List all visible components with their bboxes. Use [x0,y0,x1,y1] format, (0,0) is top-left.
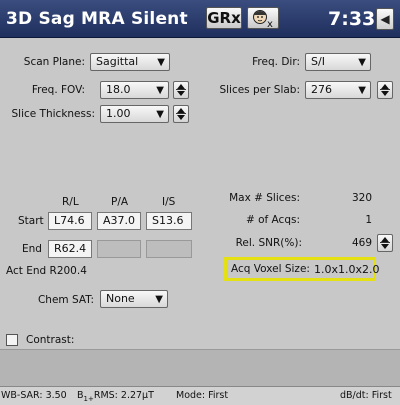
start-rl-field[interactable]: L74.6 [48,212,92,230]
num-acqs-value: 1 [365,214,372,226]
grx-button[interactable]: GRx [206,7,242,29]
dropdown-arrow-icon: ▼ [155,294,163,305]
slice-thickness-value: 1.00 [106,107,131,120]
protocol-title: 3D Sag MRA Silent [6,9,188,29]
freq-fov-stepper[interactable] [173,81,189,99]
scan-setup-screen: 3D Sag MRA Silent GRx x 7:33 ◀ Scan Plan… [0,0,400,405]
contrast-label: Contrast: [26,334,75,346]
decrement-icon [177,91,185,96]
scan-plane-label: Scan Plane: [23,56,85,68]
start-label: Start [18,215,44,227]
dropdown-arrow-icon: ▼ [358,85,366,96]
scan-plane-value: Sagittal [96,55,139,68]
status-bar: WB-SAR: 3.50 B1+RMS: 2.27μT Mode: First … [0,386,400,405]
start-pa-field[interactable]: A37.0 [97,212,141,230]
voxel-size-value: 1.0x1.0x2.0 [314,263,380,276]
decrement-icon [381,91,389,96]
slice-thickness-dropdown[interactable]: 1.00 ▼ [100,105,169,123]
end-pa-field [97,240,141,258]
patient-position-button[interactable]: x [247,7,279,30]
snr-stepper[interactable] [377,234,393,252]
rl-header: R/L [62,196,79,208]
dropdown-arrow-icon: ▼ [157,57,165,68]
patient-face-icon: x [253,10,273,30]
slices-per-slab-dropdown[interactable]: 276 ▼ [305,81,371,99]
rel-snr-label: Rel. SNR(%): [235,237,302,249]
slice-thickness-stepper[interactable] [173,105,189,123]
clock: 7:33 [328,8,376,30]
pa-header: P/A [111,196,129,208]
contrast-checkbox[interactable] [6,334,18,346]
freq-fov-value: 18.0 [106,83,131,96]
freq-dir-dropdown[interactable]: S/I ▼ [305,53,371,71]
slices-per-slab-stepper[interactable] [377,81,393,99]
end-rl-field[interactable]: R62.4 [48,240,92,258]
decrement-icon [381,244,389,249]
dropdown-arrow-icon: ▼ [156,85,164,96]
voxel-size-label: Acq Voxel Size: [231,263,310,275]
mode-status: Mode: First [176,390,229,401]
patient-badge: x [267,19,273,28]
decrement-icon [177,115,185,120]
freq-dir-label: Freq. Dir: [252,56,300,68]
title-bar: 3D Sag MRA Silent GRx x 7:33 ◀ [0,0,400,38]
contrast-panel [0,349,400,386]
slices-per-slab-label: Slices per Slab: [219,84,300,96]
freq-dir-value: S/I [311,55,325,68]
start-is-field[interactable]: S13.6 [146,212,192,230]
chem-sat-dropdown[interactable]: None ▼ [100,290,168,308]
dbdt-status: dB/dt: First [340,390,392,401]
end-is-field [146,240,192,258]
wb-sar-status: WB-SAR: 3.50 [1,390,67,401]
slice-thickness-label: Slice Thickness: [11,108,95,120]
back-arrow-icon[interactable]: ◀ [376,8,394,30]
chem-sat-label: Chem SAT: [37,294,94,306]
max-slices-label: Max # Slices: [229,192,300,204]
dropdown-arrow-icon: ▼ [156,109,164,120]
b1-rms-status: B1+RMS: 2.27μT [77,390,154,403]
scan-plane-dropdown[interactable]: Sagittal ▼ [90,53,170,71]
max-slices-value: 320 [351,192,372,204]
slices-per-slab-value: 276 [311,83,332,96]
num-acqs-label: # of Acqs: [245,214,300,226]
end-label: End [22,243,42,255]
is-header: I/S [162,196,176,208]
dropdown-arrow-icon: ▼ [358,57,366,68]
act-end-text: Act End R200.4 [6,265,87,277]
rel-snr-value: 469 [351,237,372,249]
freq-fov-dropdown[interactable]: 18.0 ▼ [100,81,169,99]
chem-sat-value: None [106,292,135,305]
freq-fov-label: Freq. FOV: [31,84,85,96]
